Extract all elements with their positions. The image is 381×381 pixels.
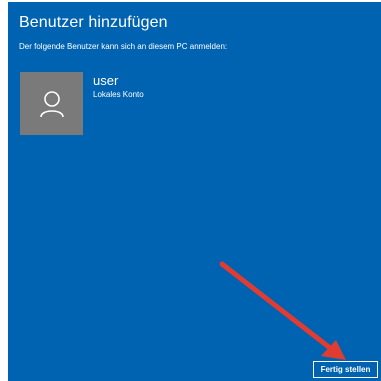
- avatar: [20, 72, 83, 135]
- user-info: user Lokales Konto: [93, 73, 144, 100]
- page-title: Benutzer hinzufügen: [19, 14, 168, 31]
- add-user-dialog: Benutzer hinzufügen Der folgende Benutze…: [8, 2, 381, 381]
- user-silhouette-icon: [39, 90, 64, 117]
- red-arrow-icon: [219, 261, 346, 360]
- finish-button[interactable]: Fertig stellen: [313, 361, 378, 378]
- user-tile: user Lokales Konto: [20, 72, 144, 135]
- screenshot-frame: Benutzer hinzufügen Der folgende Benutze…: [0, 0, 381, 381]
- user-name: user: [93, 73, 119, 88]
- account-type: Lokales Konto: [93, 90, 144, 99]
- page-subtitle: Der folgende Benutzer kann sich an diese…: [19, 42, 228, 51]
